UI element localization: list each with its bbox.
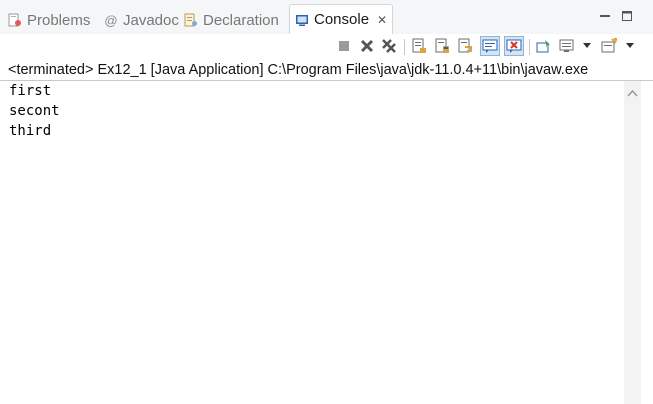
close-icon[interactable]: ✕ — [377, 13, 387, 27]
tab-problems-label: Problems — [27, 11, 91, 29]
problems-icon — [8, 13, 22, 27]
minimize-icon[interactable] — [599, 9, 611, 21]
terminate-icon[interactable] — [336, 38, 352, 54]
toolbar-separator — [404, 39, 405, 55]
declaration-icon — [184, 13, 198, 27]
output-line: first — [9, 83, 52, 99]
console-icon — [295, 13, 309, 27]
chevron-down-icon[interactable] — [626, 43, 634, 48]
console-output[interactable]: first secont third — [9, 81, 619, 404]
clear-console-icon[interactable] — [411, 38, 427, 54]
tab-declaration[interactable]: Declaration — [184, 6, 279, 34]
toolbar-separator — [529, 39, 530, 55]
open-console-icon[interactable] — [601, 38, 617, 54]
scroll-lock-icon[interactable] — [434, 38, 450, 54]
display-selected-console-icon[interactable] — [559, 38, 575, 54]
chevron-down-icon[interactable] — [583, 43, 591, 48]
show-on-stderr-icon[interactable] — [504, 36, 524, 56]
maximize-icon[interactable] — [621, 9, 633, 21]
tab-problems[interactable]: Problems — [8, 6, 90, 34]
remove-launch-icon[interactable] — [359, 38, 375, 54]
vertical-scrollbar[interactable] — [624, 81, 641, 404]
view-tab-bar: Problems @ Javadoc Declaration Console ✕ — [0, 0, 653, 34]
console-toolbar — [0, 34, 653, 58]
output-line: secont — [9, 103, 60, 119]
tab-console[interactable]: Console ✕ — [289, 4, 393, 34]
console-view: Problems @ Javadoc Declaration Console ✕… — [0, 0, 653, 404]
pin-console-icon[interactable] — [536, 38, 552, 54]
javadoc-icon: @ — [104, 12, 118, 28]
tab-javadoc[interactable]: @ Javadoc — [104, 6, 179, 34]
tab-javadoc-label: Javadoc — [123, 11, 179, 29]
chevron-up-icon[interactable] — [627, 85, 638, 97]
show-on-stdout-icon[interactable] — [480, 36, 500, 56]
tab-declaration-label: Declaration — [203, 11, 279, 29]
remove-all-terminated-icon[interactable] — [381, 38, 397, 54]
word-wrap-icon[interactable] — [457, 38, 473, 54]
tab-console-label: Console — [314, 11, 370, 28]
process-description: <terminated> Ex12_1 [Java Application] C… — [8, 62, 589, 78]
output-line: third — [9, 123, 52, 139]
